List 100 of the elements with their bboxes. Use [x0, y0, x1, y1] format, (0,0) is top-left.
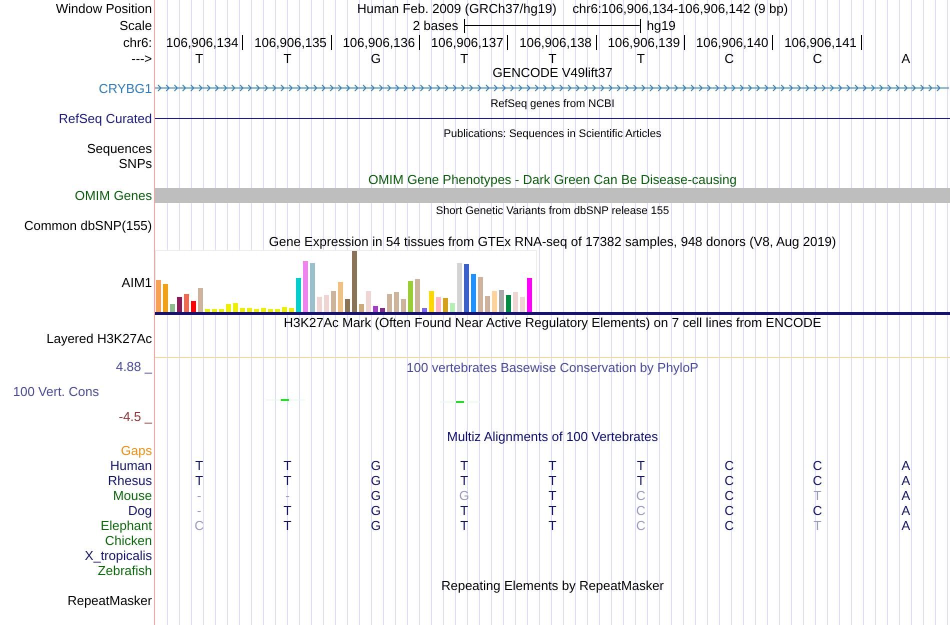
sequence-base: T — [548, 52, 556, 66]
track-label[interactable]: 100 Vert. Cons — [0, 384, 152, 399]
ruler-position: 106,906,137 — [431, 35, 508, 50]
aligned-base: C — [636, 504, 646, 518]
aligned-base: C — [724, 458, 734, 472]
aligned-base: T — [548, 504, 556, 518]
ruler-position: 106,906,140 — [696, 35, 774, 50]
aligned-base: C — [724, 488, 734, 502]
ruler-position: 106,906,135 — [254, 35, 332, 50]
aligned-base: C — [724, 504, 734, 518]
axis-min-label: -4.5 _ — [118, 409, 152, 424]
track-label[interactable]: Layered H3K27Ac — [0, 331, 152, 346]
aligned-base: A — [901, 458, 910, 472]
species-label[interactable]: Human — [0, 458, 152, 473]
strand-label[interactable]: ---> — [0, 51, 152, 66]
scale-span-label: 2 bases — [412, 18, 458, 33]
track-title: RefSeq genes from NCBI — [490, 98, 615, 110]
ruler-position: 106,906,138 — [519, 35, 597, 50]
track-title: Gene Expression in 54 tissues from GTEx RNA-seq of 17382 samples, 948 donors (V8, Aug 2019) — [268, 234, 836, 249]
aligned-base: - — [285, 488, 290, 502]
track-label[interactable]: Common dbSNP(155) — [0, 218, 152, 233]
sequence-base: G — [370, 52, 381, 66]
axis-max-label: 4.88 _ — [114, 359, 152, 374]
sequence-base: T — [195, 52, 204, 66]
track-title: Repeating Elements by RepeatMasker — [441, 578, 664, 593]
aligned-base: T — [548, 488, 556, 502]
aligned-base: C — [636, 488, 646, 502]
assembly-title: Human Feb. 2009 (GRCh37/hg19) — [357, 1, 557, 16]
scale-assembly-label: hg19 — [646, 18, 677, 33]
aligned-base: T — [195, 458, 204, 472]
aligned-base: C — [724, 518, 734, 532]
species-label[interactable]: Zebrafish — [0, 563, 152, 578]
aligned-base: G — [370, 474, 381, 488]
aligned-base: T — [284, 474, 292, 488]
aligned-base: T — [460, 474, 468, 488]
ruler-position: 106,906,141 — [784, 35, 862, 50]
aligned-base: G — [370, 504, 381, 518]
track-title: H3K27Ac Mark (Often Found Near Active Regulatory Elements) on 7 cell lines from ENCODE — [284, 315, 822, 330]
aligned-base: C — [812, 504, 822, 518]
row-label: chr6: — [122, 35, 152, 50]
aligned-base: A — [901, 518, 910, 532]
track-label[interactable]: RefSeq Curated — [0, 111, 152, 126]
sequence-base: A — [901, 52, 910, 66]
track-title: Publications: Sequences in Scientific Articles — [444, 128, 662, 140]
aligned-base: T — [284, 518, 292, 532]
ruler-position: 106,906,136 — [342, 35, 420, 50]
track-label[interactable]: AIM1 — [0, 275, 152, 290]
aligned-base: - — [196, 488, 202, 502]
aligned-base: T — [548, 474, 556, 488]
aligned-base: C — [812, 458, 822, 472]
aligned-base: G — [370, 488, 381, 502]
sequence-base: C — [724, 52, 734, 66]
track-label[interactable]: SNPs — [0, 156, 152, 171]
aligned-base: C — [812, 474, 822, 488]
aligned-base: T — [195, 474, 204, 488]
position-title: chr6:106,906,134-106,906,142 (9 bp) — [572, 1, 788, 16]
aligned-base: T — [460, 518, 468, 532]
aligned-base: T — [460, 458, 468, 472]
aligned-base: T — [548, 518, 556, 532]
aligned-base: T — [636, 458, 645, 472]
row-label: Window Position — [54, 1, 152, 16]
track-label[interactable]: OMIM Genes — [0, 188, 152, 202]
aligned-base: G — [459, 488, 470, 502]
aligned-base: C — [724, 474, 734, 488]
track-title: 100 vertebrates Basewise Conservation by PhyloP — [406, 360, 698, 375]
aligned-base: T — [284, 458, 292, 472]
sequence-base: T — [636, 52, 645, 66]
aligned-base: T — [636, 474, 645, 488]
aligned-base: T — [460, 504, 468, 518]
species-label[interactable]: Elephant — [0, 518, 152, 533]
track-title: GENCODE V49lift37 — [492, 64, 612, 80]
aligned-base: A — [901, 474, 910, 488]
track-title: OMIM Gene Phenotypes - Dark Green Can Be Disease-causing — [368, 172, 737, 186]
sequence-base: T — [284, 52, 292, 66]
aligned-base: T — [548, 458, 556, 472]
aligned-base: A — [901, 504, 910, 518]
track-label[interactable]: RepeatMasker — [0, 593, 152, 608]
aligned-base: C — [636, 518, 646, 532]
species-label[interactable]: Chicken — [0, 533, 152, 548]
ruler-position: 106,906,139 — [608, 35, 685, 50]
ruler-position: 106,906,134 — [166, 35, 244, 50]
row-label: Scale — [118, 18, 152, 33]
aligned-base: T — [814, 488, 822, 502]
aligned-base: C — [194, 518, 204, 532]
aligned-base: G — [370, 518, 381, 532]
aligned-base: G — [370, 458, 381, 472]
aligned-base: A — [901, 488, 910, 502]
sequence-base: C — [812, 52, 822, 66]
track-title: Short Genetic Variants from dbSNP release 155 — [436, 204, 670, 216]
track-title: Multiz Alignments of 100 Vertebrates — [446, 429, 658, 444]
species-label[interactable]: Rhesus — [0, 473, 152, 488]
species-label[interactable]: X_tropicalis — [0, 548, 152, 563]
aligned-base: T — [284, 504, 292, 518]
species-label[interactable]: Dog — [0, 503, 152, 518]
aligned-base: T — [814, 518, 822, 532]
species-label[interactable]: Mouse — [0, 488, 152, 503]
sequence-base: T — [460, 52, 468, 66]
track-label[interactable]: CRYBG1 — [0, 80, 152, 96]
track-label[interactable]: Sequences — [0, 141, 152, 156]
aligned-base: - — [196, 504, 202, 518]
